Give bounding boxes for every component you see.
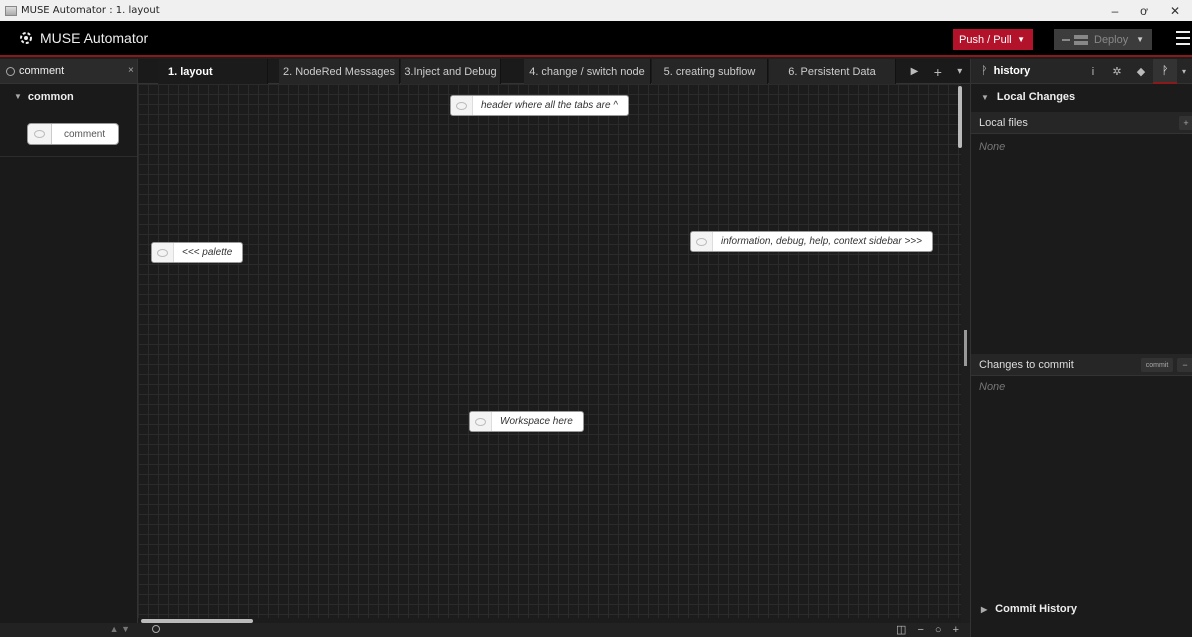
debug-icon[interactable]: ✲	[1105, 59, 1129, 84]
sidebar-resize-handle[interactable]	[964, 330, 967, 366]
help-icon[interactable]: ◆	[1129, 59, 1153, 84]
divider	[0, 156, 137, 157]
sidebar-tab-history[interactable]: ᚹ history	[971, 65, 1030, 77]
clear-search-icon[interactable]: ×	[128, 65, 134, 76]
changes-empty: None	[979, 381, 1006, 393]
local-files-label: Local files	[979, 116, 1028, 129]
deploy-button[interactable]: Deploy ▼	[1054, 29, 1152, 50]
tab-3-inject-debug[interactable]: 3.Inject and Debug	[401, 59, 501, 84]
comment-text: header where all the tabs are ^	[481, 100, 618, 111]
tab-1-layout[interactable]: 1. layout	[158, 59, 268, 84]
collapse-expand-icon[interactable]: ▲ ▼	[110, 624, 130, 634]
commit-history-header[interactable]: ▶ Commit History	[971, 597, 1192, 621]
tab-6-persistent-data[interactable]: 6. Persistent Data	[769, 59, 896, 84]
comment-icon	[28, 124, 52, 144]
comment-node[interactable]: Workspace here	[469, 411, 584, 432]
search-icon	[6, 66, 15, 76]
palette-category-label: common	[27, 90, 74, 103]
app-logo: MUSE Automator	[18, 30, 148, 46]
branch-icon: ᚹ	[981, 65, 988, 77]
chevron-down-icon[interactable]: ▼	[1136, 35, 1144, 44]
commit-history-label: Commit History	[995, 603, 1078, 615]
tab-tools: ▶ + ▾	[903, 59, 970, 84]
local-changes-label: Local Changes	[996, 91, 1076, 103]
chevron-right-icon: ▶	[981, 604, 988, 614]
unstage-all-button[interactable]: −	[1177, 358, 1192, 372]
sidebar-tabs: ᚹ history i ✲ ◆ ᚹ ▾	[971, 59, 1192, 84]
comment-icon	[451, 96, 473, 115]
hamburger-menu-icon[interactable]	[1176, 31, 1190, 45]
tab-label: 1. layout	[168, 65, 213, 78]
tab-4-change-switch[interactable]: 4. change / switch node	[524, 59, 651, 84]
local-files-row: Local files +	[971, 112, 1192, 134]
palette-node-comment[interactable]: comment	[27, 123, 119, 145]
comment-icon	[691, 232, 713, 251]
tab-label: 3.Inject and Debug	[404, 65, 497, 78]
window-title: MUSE Automator : 1. layout	[21, 5, 160, 16]
comment-node[interactable]: header where all the tabs are ^	[450, 95, 629, 116]
comment-node[interactable]: information, debug, help, context sideba…	[690, 231, 933, 252]
tab-2-nodered-messages[interactable]: 2. NodeRed Messages	[279, 59, 400, 84]
comment-icon	[152, 243, 174, 262]
tab-5-subflow[interactable]: 5. creating subflow	[652, 59, 768, 84]
zoom-controls[interactable]: ◫ − ○ +	[896, 623, 963, 636]
changes-to-commit-row: Changes to commit commit −	[971, 354, 1192, 376]
palette-node-label: comment	[64, 128, 106, 140]
tab-label: 4. change / switch node	[529, 65, 645, 78]
search-icon[interactable]	[152, 625, 160, 633]
palette-footer: ▲ ▼	[0, 623, 138, 637]
workspace-tabs: 1. layout 2. NodeRed Messages 3.Inject a…	[138, 59, 970, 84]
comment-icon	[470, 412, 492, 431]
local-files-empty: None	[979, 141, 1006, 153]
chevron-down-icon: ▼	[14, 92, 22, 101]
chevron-down-icon: ▼	[981, 92, 989, 102]
app-name: MUSE Automator	[40, 30, 149, 46]
comment-text: information, debug, help, context sideba…	[721, 236, 922, 247]
palette: comment × ▼ common comment ▲ ▼	[0, 59, 138, 637]
tab-label: 5. creating subflow	[663, 65, 756, 78]
comment-text: <<< palette	[182, 247, 233, 258]
tab-list-icon[interactable]: ▾	[957, 66, 962, 77]
palette-search-input[interactable]: comment	[19, 65, 64, 77]
changes-to-commit-label: Changes to commit	[979, 358, 1074, 371]
commit-button[interactable]: commit	[1141, 358, 1173, 372]
gear-icon	[20, 32, 32, 44]
stage-all-button[interactable]: +	[1179, 116, 1192, 130]
push-pull-button[interactable]: Push / Pull ▼	[953, 29, 1033, 50]
add-tab-icon[interactable]: +	[934, 64, 942, 80]
restore-icon[interactable]: ơ	[1127, 0, 1161, 21]
window-titlebar: MUSE Automator : 1. layout – ơ ✕	[0, 0, 1192, 21]
vertical-scrollbar[interactable]	[958, 86, 962, 148]
close-icon[interactable]: ✕	[1158, 0, 1192, 21]
app-icon	[5, 5, 17, 16]
sidebar-tab-label: history	[993, 65, 1031, 77]
history-branch-icon[interactable]: ᚹ	[1153, 59, 1177, 84]
deploy-icon	[1062, 34, 1088, 45]
palette-search[interactable]: comment ×	[0, 59, 137, 84]
local-changes-header[interactable]: ▼ Local Changes	[971, 85, 1192, 109]
app-header: MUSE Automator Push / Pull ▼ Deploy ▼	[0, 21, 1192, 57]
chevron-down-icon[interactable]: ▾	[1177, 59, 1191, 84]
deploy-label: Deploy	[1094, 33, 1129, 46]
sidebar: ᚹ history i ✲ ◆ ᚹ ▾ ▼ Local Changes Loca…	[970, 59, 1192, 637]
comment-text: Workspace here	[500, 416, 573, 427]
workspace-canvas[interactable]: header where all the tabs are ^ <<< pale…	[138, 84, 961, 623]
info-icon[interactable]: i	[1081, 59, 1105, 84]
push-pull-label: Push / Pull	[959, 33, 1012, 46]
chevron-down-icon[interactable]: ▼	[1017, 35, 1025, 44]
tab-label: 2. NodeRed Messages	[283, 65, 395, 78]
palette-category-common[interactable]: ▼ common	[0, 84, 137, 109]
tab-label: 6. Persistent Data	[788, 65, 876, 78]
comment-node[interactable]: <<< palette	[151, 242, 244, 263]
workspace-footer: ◫ − ○ +	[138, 623, 970, 637]
scroll-tabs-icon[interactable]: ▶	[911, 66, 919, 77]
